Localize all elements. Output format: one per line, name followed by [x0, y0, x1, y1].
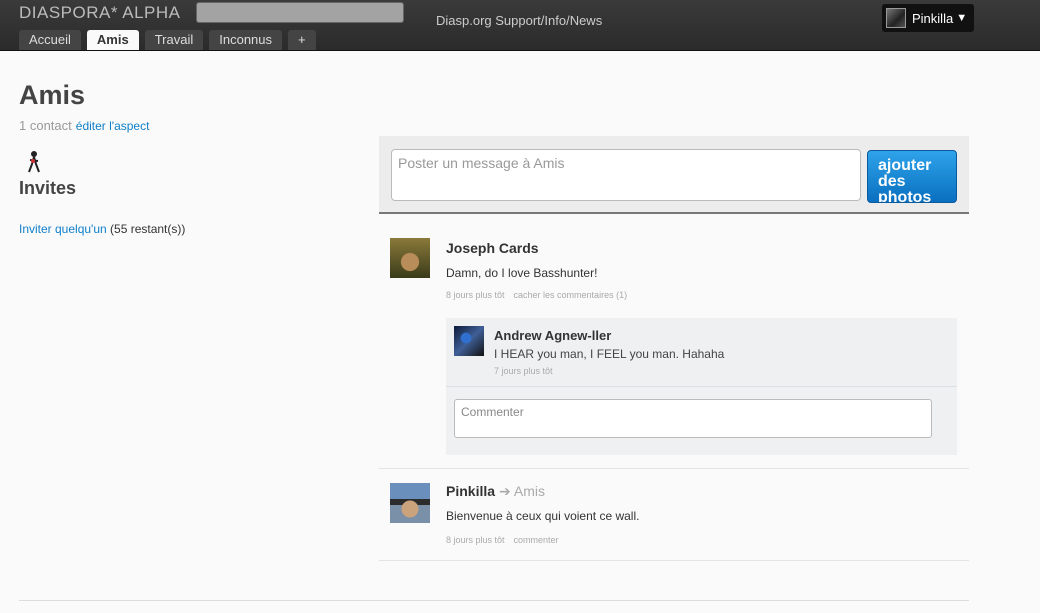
tab-inconnus[interactable]: Inconnus [209, 30, 283, 50]
post-aspect: ➔ Amis [499, 483, 545, 499]
comment-link[interactable]: commenter [514, 535, 559, 545]
post-text: Damn, do I love Basshunter! [446, 266, 598, 280]
search-input[interactable] [196, 2, 404, 23]
caret-down-icon: ▼ [956, 12, 968, 24]
stream-post: Joseph Cards Damn, do I love Basshunter!… [379, 228, 969, 469]
comment-time[interactable]: 7 jours plus tôt [494, 366, 553, 376]
post-stream: Joseph Cards Damn, do I love Basshunter!… [379, 228, 969, 561]
post-time[interactable]: 8 jours plus tôt [446, 290, 505, 300]
comments-section: Andrew Agnew-ller I HEAR you man, I FEEL… [446, 318, 957, 455]
contact-count-line: 1 contact éditer l'aspect [19, 118, 149, 133]
comment-author-avatar[interactable] [454, 326, 484, 356]
user-name: Pinkilla [912, 10, 954, 26]
divider [446, 386, 957, 387]
tab-travail[interactable]: Travail [144, 30, 204, 50]
footer-divider [19, 600, 969, 601]
post-message-input[interactable] [391, 149, 861, 201]
support-link[interactable]: Diasp.org Support/Info/News [436, 13, 602, 28]
post-author-avatar[interactable] [390, 483, 430, 523]
post-author-name[interactable]: Pinkilla [446, 483, 495, 499]
post-time[interactable]: 8 jours plus tôt [446, 535, 505, 545]
contact-count: 1 contact [19, 118, 72, 133]
post-author-avatar[interactable] [390, 238, 430, 278]
top-header: DIASPORA* ALPHA Diasp.org Support/Info/N… [0, 0, 1040, 51]
tab-add-aspect[interactable]: + [288, 30, 316, 50]
post-author[interactable]: Joseph Cards [446, 240, 539, 256]
post-author: Pinkilla ➔ Amis [446, 483, 545, 500]
comment-text: I HEAR you man, I FEEL you man. Hahaha [494, 347, 725, 361]
stream-post: Pinkilla ➔ Amis Bienvenue à ceux qui voie… [379, 469, 969, 561]
invites-title: Invites [19, 178, 77, 198]
brand-logo[interactable]: DIASPORA* ALPHA [19, 3, 181, 23]
aspect-tabs: Accueil Amis Travail Inconnus + [19, 30, 316, 50]
post-text: Bienvenue à ceux qui voient ce wall. [446, 509, 640, 523]
tab-accueil[interactable]: Accueil [19, 30, 81, 50]
invite-line: Inviter quelqu'un (55 restant(s)) [19, 222, 185, 236]
tab-amis[interactable]: Amis [86, 30, 139, 50]
add-photos-button[interactable]: ajouter des photos [867, 150, 957, 203]
user-avatar [886, 8, 906, 28]
page-title: Amis [19, 80, 86, 110]
comment-author[interactable]: Andrew Agnew-ller [494, 328, 611, 343]
contact-thumbnail[interactable] [24, 150, 44, 174]
comment-input[interactable] [454, 399, 932, 438]
user-menu[interactable]: Pinkilla ▼ [882, 4, 974, 32]
invites-remaining: (55 restant(s)) [106, 222, 186, 236]
post-meta: 8 jours plus tôt cacher les commentaires … [446, 290, 627, 300]
publisher: ajouter des photos [379, 136, 969, 214]
edit-aspect-link[interactable]: éditer l'aspect [76, 119, 150, 133]
invite-someone-link[interactable]: Inviter quelqu'un [19, 222, 107, 236]
hide-comments-link[interactable]: cacher les commentaires (1) [514, 290, 628, 300]
post-meta: 8 jours plus tôt commenter [446, 535, 559, 545]
